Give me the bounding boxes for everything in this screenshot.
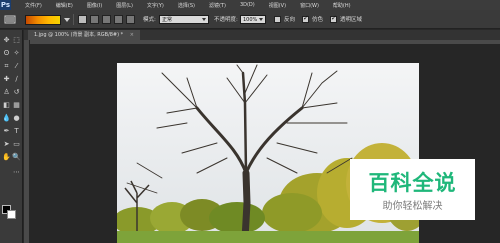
menu-filter[interactable]: 滤镜(T) — [209, 2, 226, 9]
transparency-label: 透明区域 — [340, 17, 363, 23]
tools-panel: ✥ ⬚ ʘ ✧ ⌗ ⁄ ✚ ∕ ♙ ↺ ◧ ▦ 💧 ● ✒ T ➤ ▭ ✋ 🔍 … — [0, 30, 23, 243]
menu-help[interactable]: 帮助(H) — [333, 2, 351, 9]
menu-window[interactable]: 窗口(W) — [300, 2, 319, 9]
dodge-tool-icon[interactable]: ● — [12, 114, 21, 123]
dither-checkbox[interactable] — [302, 14, 309, 23]
document-tab-bar: 1.jpg @ 100% (背景 副本, RGB/8#) * × — [24, 30, 500, 40]
type-tool-icon[interactable]: T — [12, 127, 21, 136]
gradient-picker[interactable] — [25, 15, 61, 25]
mode-label: 模式: — [143, 17, 156, 23]
diamond-gradient-button[interactable] — [126, 15, 135, 24]
watermark-subtitle: 助你轻松解决 — [382, 201, 443, 212]
menu-layer[interactable]: 图层(L) — [116, 2, 133, 9]
close-icon[interactable]: × — [130, 32, 134, 38]
radial-gradient-button[interactable] — [90, 15, 99, 24]
gradient-tool-icon[interactable]: ▦ — [12, 101, 21, 110]
options-bar: 模式: 正常 不透明度: 100% 反向 仿色 透明区域 — [0, 10, 500, 29]
hand-tool-icon[interactable]: ✋ — [2, 153, 11, 162]
chevron-down-icon — [202, 18, 206, 21]
menu-view[interactable]: 视图(V) — [269, 2, 286, 9]
vertical-ruler — [24, 40, 29, 243]
eraser-tool-icon[interactable]: ◧ — [2, 101, 11, 110]
crop-tool-icon[interactable]: ⌗ — [2, 62, 11, 71]
menu-bar: Ps 文件(F) 编辑(E) 图像(I) 图层(L) 文字(Y) 选择(S) 滤… — [0, 0, 500, 10]
opacity-label: 不透明度: — [214, 17, 238, 23]
opacity-value: 100% — [243, 17, 258, 23]
menu-file[interactable]: 文件(F) — [25, 2, 42, 9]
reverse-checkbox[interactable] — [274, 16, 281, 23]
blur-tool-icon[interactable]: 💧 — [2, 114, 11, 123]
more-tools-icon[interactable]: ⋯ — [12, 168, 21, 177]
gradient-tool-icon[interactable] — [4, 14, 16, 25]
healing-brush-icon[interactable]: ✚ — [2, 75, 11, 84]
linear-gradient-button[interactable] — [78, 15, 87, 24]
mode-select[interactable]: 正常 — [159, 15, 209, 24]
transparency-checkbox[interactable] — [330, 14, 337, 23]
menu-3d[interactable]: 3D(D) — [240, 2, 255, 8]
clone-stamp-icon[interactable]: ♙ — [2, 88, 11, 97]
document-tab[interactable]: 1.jpg @ 100% (背景 副本, RGB/8#) * × — [28, 30, 140, 40]
shape-tool-icon[interactable]: ▭ — [12, 140, 21, 149]
reverse-label: 反向 — [284, 17, 296, 23]
horizontal-ruler — [30, 40, 500, 44]
eyedropper-icon[interactable]: ⁄ — [12, 62, 21, 71]
background-color-swatch[interactable] — [7, 210, 16, 219]
lasso-tool-icon[interactable]: ʘ — [2, 49, 11, 58]
photo-grass — [117, 231, 419, 243]
menu-select[interactable]: 选择(S) — [178, 2, 195, 9]
angle-gradient-button[interactable] — [102, 15, 111, 24]
brush-tool-icon[interactable]: ∕ — [12, 75, 21, 84]
magic-wand-icon[interactable]: ✧ — [12, 49, 21, 58]
divider — [73, 14, 74, 25]
watermark-title: 百科全说 — [368, 171, 457, 195]
zoom-tool-icon[interactable]: 🔍 — [12, 153, 21, 162]
document-tab-title: 1.jpg @ 100% (背景 副本, RGB/8#) * — [34, 32, 124, 38]
move-tool-icon[interactable]: ✥ — [2, 36, 11, 45]
menu-edit[interactable]: 编辑(E) — [56, 2, 73, 9]
history-brush-icon[interactable]: ↺ — [12, 88, 21, 97]
watermark-box: 百科全说 助你轻松解决 — [350, 159, 475, 220]
dither-label: 仿色 — [312, 17, 324, 23]
reflected-gradient-button[interactable] — [114, 15, 123, 24]
photoshop-logo: Ps — [0, 0, 11, 10]
pen-tool-icon[interactable]: ✒ — [2, 127, 11, 136]
menu-image[interactable]: 图像(I) — [87, 2, 102, 9]
marquee-tool-icon[interactable]: ⬚ — [12, 36, 21, 45]
opacity-field[interactable]: 100% — [240, 15, 266, 24]
chevron-down-icon[interactable] — [64, 18, 70, 22]
menu-type[interactable]: 文字(Y) — [147, 2, 164, 9]
mode-value: 正常 — [162, 17, 173, 23]
chevron-down-icon — [259, 18, 263, 21]
path-select-icon[interactable]: ➤ — [2, 140, 11, 149]
